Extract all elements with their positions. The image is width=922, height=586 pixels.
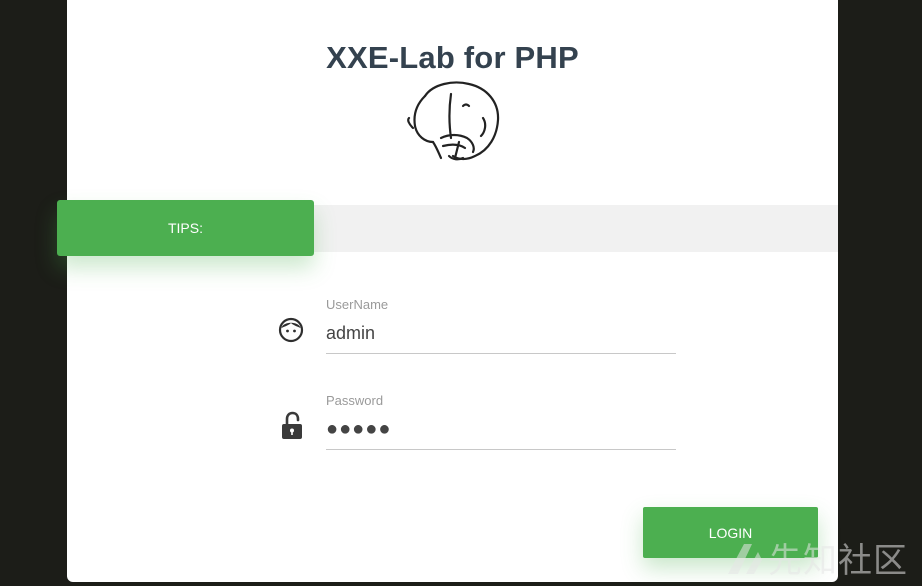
password-label: Password [326,393,384,408]
password-input[interactable]: ●●●●● [326,410,676,450]
page-title: XXE-Lab for PHP [326,40,579,75]
username-field: UserName [326,296,676,354]
username-label: UserName [326,297,389,312]
login-card: XXE-Lab for PHP UserName admin Password … [67,0,838,582]
login-button[interactable]: LOGIN [643,507,818,558]
php-elephant-icon [407,81,500,161]
tips-tab[interactable]: TIPS: [57,200,314,256]
tips-label: TIPS: [167,220,203,236]
user-face-icon [278,317,304,343]
password-field: Password ●●●●● [326,392,676,450]
login-label: LOGIN [708,525,753,541]
unlocked-padlock-icon [282,411,302,439]
username-input[interactable] [326,314,676,354]
page: XXE-Lab for PHP UserName admin Password … [0,0,922,586]
